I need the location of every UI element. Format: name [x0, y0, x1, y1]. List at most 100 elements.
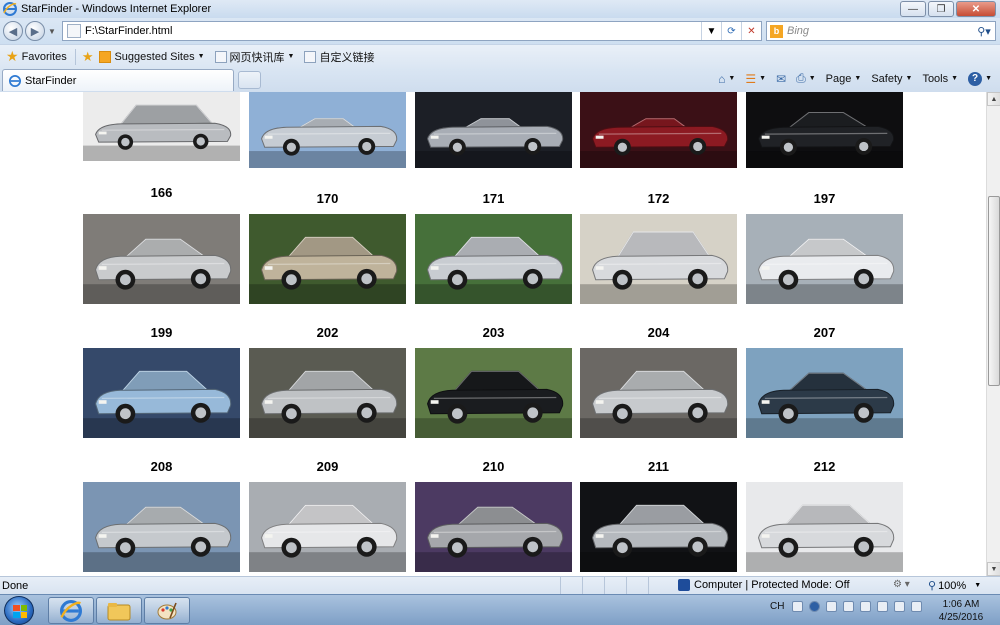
car-card[interactable]: [83, 92, 240, 161]
car-photo[interactable]: [746, 348, 903, 438]
url-dropdown-icon[interactable]: ▼: [701, 22, 721, 40]
car-card[interactable]: [746, 348, 903, 438]
status-pane: [648, 577, 670, 595]
car-photo[interactable]: [415, 348, 572, 438]
feeds-button[interactable]: ☰ ▼: [745, 72, 766, 86]
car-card[interactable]: [580, 482, 737, 572]
action-center-icon[interactable]: [860, 601, 872, 612]
car-photo[interactable]: [249, 482, 406, 572]
car-card[interactable]: [83, 482, 240, 572]
car-photo[interactable]: [746, 482, 903, 572]
car-card[interactable]: [249, 92, 406, 168]
car-card[interactable]: [580, 214, 737, 304]
device-icon[interactable]: [877, 601, 889, 612]
car-photo[interactable]: [746, 214, 903, 304]
car-image: [746, 482, 903, 572]
taskbar: CH 1:06 AM 4/25/2016: [0, 594, 1000, 625]
car-photo[interactable]: [415, 214, 572, 304]
protected-mode-icon[interactable]: ⚙ ▾: [893, 579, 910, 590]
car-card[interactable]: [249, 348, 406, 438]
car-card[interactable]: [83, 348, 240, 438]
settings-icon[interactable]: [826, 601, 838, 612]
car-card[interactable]: [746, 92, 903, 168]
new-tab-button[interactable]: [238, 71, 261, 89]
favorites-label: Favorites: [21, 50, 67, 63]
favorites-item-suggested-sites[interactable]: Suggested Sites ▼: [99, 50, 205, 63]
car-model-label: 172: [647, 191, 670, 206]
recent-pages-dropdown[interactable]: ▼: [48, 27, 56, 36]
search-input[interactable]: Bing: [787, 25, 973, 37]
ie-logo-icon: [9, 74, 21, 87]
help-icon[interactable]: [809, 601, 821, 612]
car-photo[interactable]: [415, 482, 572, 572]
car-card[interactable]: [746, 214, 903, 304]
clock[interactable]: 1:06 AM 4/25/2016: [936, 598, 986, 624]
car-photo[interactable]: [415, 92, 572, 168]
car-photo[interactable]: [580, 92, 737, 168]
start-button[interactable]: [4, 596, 34, 625]
tab-starfinder[interactable]: StarFinder: [2, 69, 234, 91]
car-image: [83, 92, 240, 161]
car-photo[interactable]: [580, 348, 737, 438]
favorites-button[interactable]: ★ Favorites: [6, 48, 67, 65]
gallery-content: 166 170 171 172 197 199 202 203 204 207 208 209 210 2…: [0, 92, 986, 576]
search-icon[interactable]: ⚲▾: [973, 25, 995, 38]
paint-taskbar-button[interactable]: [144, 597, 190, 624]
car-card[interactable]: [415, 482, 572, 572]
safety-menu[interactable]: Safety ▼: [871, 73, 912, 85]
refresh-icon[interactable]: ⟳: [721, 22, 741, 40]
car-photo[interactable]: [580, 482, 737, 572]
zoom-control[interactable]: ⚲ 100% ▼: [928, 579, 981, 593]
car-photo[interactable]: [83, 92, 240, 161]
network-icon[interactable]: [894, 601, 906, 612]
car-card[interactable]: [83, 214, 240, 304]
explorer-taskbar-button[interactable]: [96, 597, 142, 624]
page-menu[interactable]: Page ▼: [826, 73, 862, 85]
scroll-up-arrow-icon[interactable]: ▲: [987, 92, 1000, 106]
url-text[interactable]: F:\StarFinder.html: [85, 25, 701, 37]
car-card[interactable]: [415, 214, 572, 304]
car-photo[interactable]: [746, 92, 903, 168]
home-button[interactable]: ⌂ ▼: [718, 72, 735, 86]
car-image: [580, 348, 737, 438]
vertical-scrollbar[interactable]: ▲ ▼: [986, 92, 1000, 576]
car-photo[interactable]: [580, 214, 737, 304]
car-photo[interactable]: [249, 92, 406, 168]
car-card[interactable]: [415, 348, 572, 438]
back-button[interactable]: ◀: [3, 21, 23, 41]
help-menu[interactable]: ? ▼: [968, 71, 992, 86]
car-photo[interactable]: [249, 348, 406, 438]
scrollbar-thumb[interactable]: [988, 196, 1000, 386]
car-photo[interactable]: [249, 214, 406, 304]
stop-icon[interactable]: ✕: [741, 22, 761, 40]
volume-icon[interactable]: [911, 601, 923, 612]
car-card[interactable]: [580, 92, 737, 168]
car-photo[interactable]: [83, 214, 240, 304]
car-card[interactable]: [249, 214, 406, 304]
chevron-down-icon: ▼: [985, 75, 992, 82]
tools-menu[interactable]: Tools ▼: [922, 73, 958, 85]
car-card[interactable]: [249, 482, 406, 572]
security-zone[interactable]: Computer | Protected Mode: Off: [678, 579, 850, 591]
car-card[interactable]: [746, 482, 903, 572]
close-button[interactable]: ✕: [956, 1, 996, 17]
search-box[interactable]: b Bing ⚲▾: [766, 21, 996, 41]
show-hidden-icons-icon[interactable]: [843, 601, 855, 612]
add-favorite-icon[interactable]: ★: [82, 49, 94, 65]
car-photo[interactable]: [83, 482, 240, 572]
car-card[interactable]: [580, 348, 737, 438]
minimize-button[interactable]: —: [900, 1, 926, 17]
url-box[interactable]: F:\StarFinder.html ▼ ⟳ ✕: [62, 21, 762, 41]
ie-taskbar-button[interactable]: [48, 597, 94, 624]
favorites-item-custom-links[interactable]: 自定义链接: [304, 49, 374, 65]
car-card[interactable]: [415, 92, 572, 168]
favorites-item-web-slice[interactable]: 网页快讯库 ▼: [214, 49, 294, 65]
keyboard-icon[interactable]: [792, 601, 804, 612]
print-button[interactable]: ⎙ ▼: [796, 71, 816, 86]
scroll-down-arrow-icon[interactable]: ▼: [987, 562, 1000, 576]
car-photo[interactable]: [83, 348, 240, 438]
language-indicator[interactable]: CH: [770, 601, 784, 612]
forward-button[interactable]: ▶: [25, 21, 45, 41]
restore-button[interactable]: ❐: [928, 1, 954, 17]
mail-button[interactable]: ✉: [776, 72, 786, 86]
